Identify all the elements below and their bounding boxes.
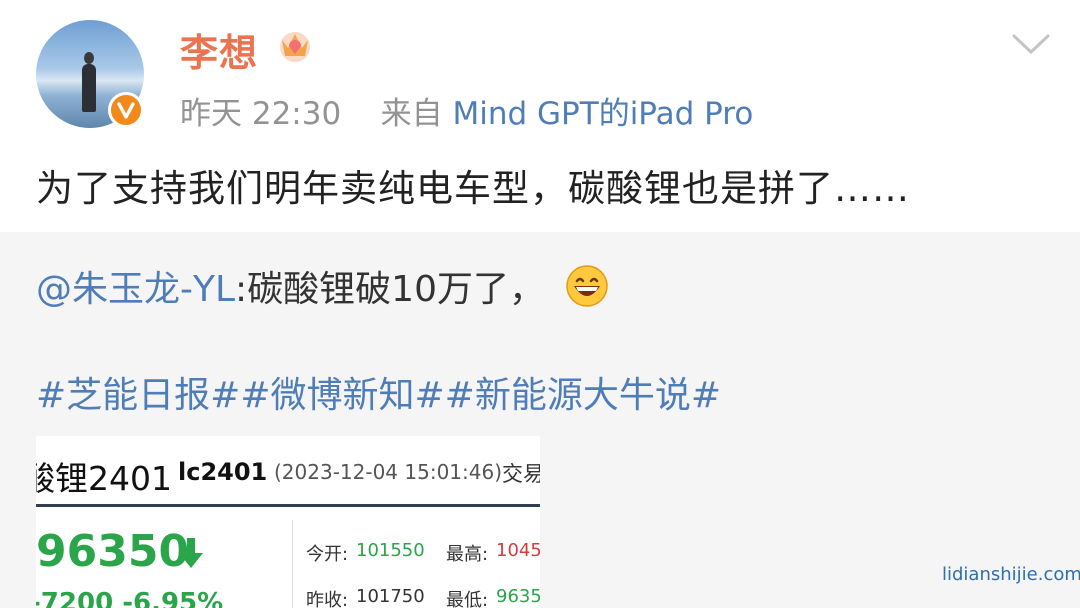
- post-source[interactable]: Mind GPT的iPad Pro: [453, 96, 754, 132]
- stock-name: 酸锂2401: [36, 459, 172, 498]
- crown-badge-icon: [280, 32, 310, 62]
- open-value: 101550: [356, 540, 425, 561]
- stock-change: -7200 -6.95%: [36, 588, 224, 608]
- verified-badge-icon: [108, 92, 144, 128]
- high-label: 最高:: [446, 544, 489, 565]
- grin-emoji-icon: [566, 265, 608, 307]
- repost-text: :碳酸锂破10万了，: [235, 269, 545, 310]
- watermark: lidianshijie.com: [942, 564, 1080, 585]
- prev-close-value: 101750: [356, 586, 425, 607]
- low-label: 最低:: [446, 590, 489, 608]
- stock-quote-image[interactable]: 酸锂2401 lc2401 (2023-12-04 15:01:46) 交易 9…: [36, 436, 540, 608]
- stock-header-divider: [36, 504, 540, 507]
- prev-close-label: 昨收:: [306, 590, 349, 608]
- chevron-down-icon[interactable]: [1010, 30, 1052, 58]
- username[interactable]: 李想: [180, 22, 258, 77]
- stock-column-divider: [292, 520, 293, 608]
- source-prefix: 来自: [380, 96, 443, 132]
- post-text: 为了支持我们明年卖纯电车型，碳酸锂也是拼了……: [36, 167, 910, 210]
- post-meta: 昨天 22:30 来自 Mind GPT的iPad Pro: [180, 88, 753, 133]
- repost-hashtags[interactable]: #芝能日报##微博新知##新能源大牛说#: [36, 366, 721, 418]
- repost-mention[interactable]: @朱玉龙-YL: [36, 260, 235, 312]
- open-label: 今开:: [306, 544, 349, 565]
- down-arrow-icon: [179, 538, 203, 568]
- post-time: 昨天 22:30: [180, 96, 342, 132]
- stock-trade-label: 交易: [502, 462, 540, 486]
- high-value: 10450: [496, 540, 540, 561]
- low-value: 9635: [496, 586, 540, 607]
- stock-price: 96350: [36, 526, 190, 577]
- stock-code: lc2401: [178, 458, 268, 486]
- avatar-person-figure: [82, 52, 96, 112]
- stock-timestamp: (2023-12-04 15:01:46): [274, 460, 503, 484]
- repost-line: @朱玉龙-YL :碳酸锂破10万了，: [36, 260, 609, 312]
